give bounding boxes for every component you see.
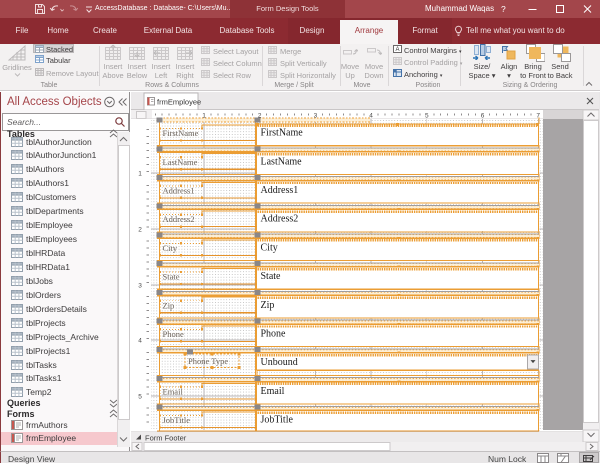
svg-text:Unbound: Unbound	[261, 357, 298, 368]
svg-text:frmEmployee: frmEmployee	[157, 97, 201, 106]
svg-text:State: State	[163, 272, 180, 282]
svg-text:Address2: Address2	[261, 214, 299, 225]
svg-text:State: State	[261, 271, 282, 282]
svg-text:7: 7	[536, 112, 540, 119]
svg-text:3: 3	[138, 283, 142, 290]
svg-text:LastName: LastName	[261, 156, 303, 167]
svg-text:2: 2	[138, 227, 142, 234]
svg-text:5: 5	[138, 394, 142, 401]
svg-text:4: 4	[138, 338, 142, 345]
svg-text:Phone: Phone	[261, 329, 287, 340]
svg-text:A: A	[395, 47, 399, 53]
svg-text:Address1: Address1	[163, 186, 195, 196]
svg-text:Zip: Zip	[261, 300, 275, 311]
svg-text:1: 1	[138, 171, 142, 178]
svg-text:5: 5	[425, 112, 429, 119]
svg-text:Zip: Zip	[163, 300, 175, 310]
svg-text:Address2: Address2	[163, 214, 195, 224]
svg-text:City: City	[261, 242, 278, 253]
svg-text:6: 6	[481, 112, 485, 119]
svg-text:JobTitle: JobTitle	[163, 415, 191, 425]
svg-text:FirstName: FirstName	[261, 128, 304, 139]
svg-text:Email: Email	[261, 386, 285, 397]
svg-text:Phone Type: Phone Type	[188, 356, 228, 366]
svg-text:Address1: Address1	[261, 185, 299, 196]
svg-text:Form Footer: Form Footer	[145, 433, 187, 442]
svg-text:City: City	[163, 243, 178, 253]
svg-text:JobTitle: JobTitle	[261, 415, 294, 426]
